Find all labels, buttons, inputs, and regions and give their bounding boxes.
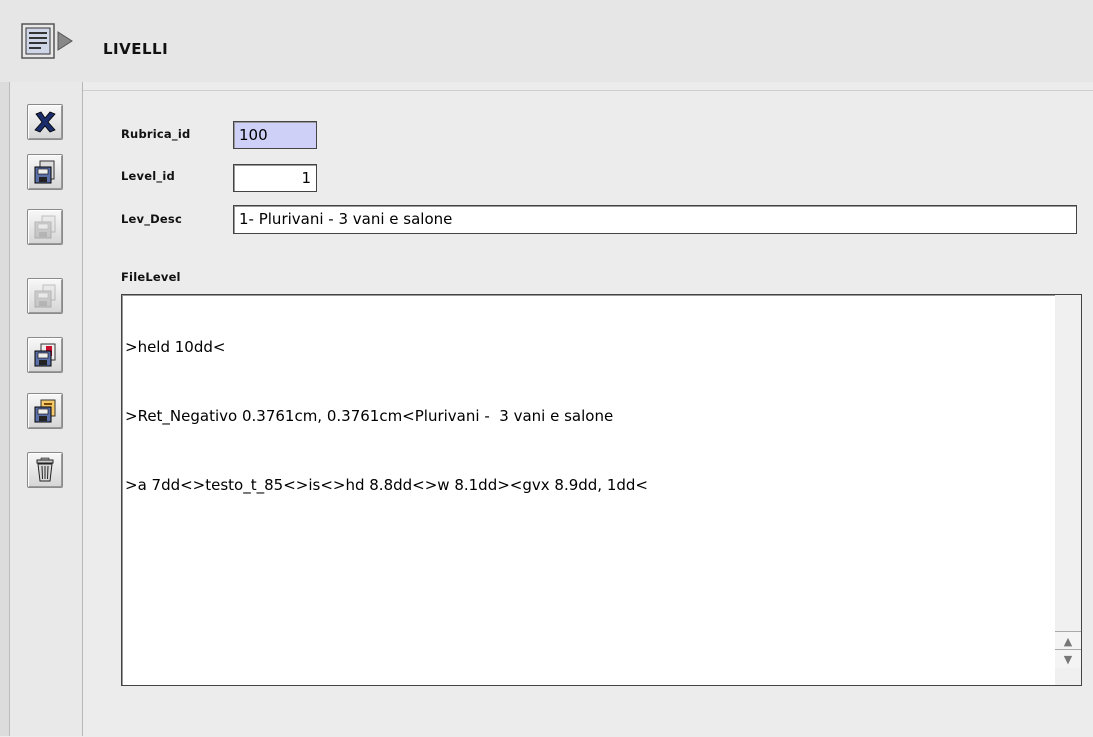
level-id-field[interactable]: 1 [233,164,317,192]
window-header: LIVELLI [0,0,1093,82]
copy-icon [34,284,56,308]
page-title: LIVELLI [103,40,169,58]
filelevel-line: >held 10dd< [125,338,226,356]
import-icon [34,399,56,423]
rubrica-id-label: Rubrica_id [121,127,191,141]
save-icon [34,160,55,184]
filelevel-content[interactable]: >held 10dd< >Ret_Negativo 0.3761cm, 0.37… [125,300,1045,526]
lev-desc-label: Lev_Desc [121,212,182,226]
arrow-up-icon: ▲ [1063,634,1073,648]
filelevel-scrollbar[interactable]: ▲ ▼ [1055,294,1082,686]
scroll-down-button[interactable]: ▼ [1055,649,1081,668]
left-edge-strip [0,82,10,736]
delete-button[interactable] [27,452,63,488]
scroll-up-button[interactable]: ▲ [1055,631,1081,650]
filelevel-line: >Ret_Negativo 0.3761cm, 0.3761cm<Pluriva… [125,407,614,425]
save-all-button[interactable] [27,209,63,245]
filelevel-label: FileLevel [121,270,181,284]
close-x-icon [34,111,56,133]
level-id-label: Level_id [121,169,175,183]
export-icon [34,343,56,367]
import-button[interactable] [27,393,63,429]
export-button[interactable] [27,337,63,373]
arrow-down-icon: ▼ [1063,652,1073,666]
copy-button[interactable] [27,278,63,314]
filelevel-line: >a 7dd<>testo_t_85<>is<>hd 8.8dd<>w 8.1d… [125,476,648,494]
save-button[interactable] [27,154,63,190]
rubrica-id-field[interactable]: 100 [233,121,317,149]
close-button[interactable] [27,104,63,140]
form-view-icon[interactable] [20,22,74,62]
save-all-icon [34,215,56,239]
left-toolbar [0,82,83,736]
trash-icon [36,457,54,482]
lev-desc-field[interactable]: 1- Plurivani - 3 vani e salone [233,205,1077,234]
